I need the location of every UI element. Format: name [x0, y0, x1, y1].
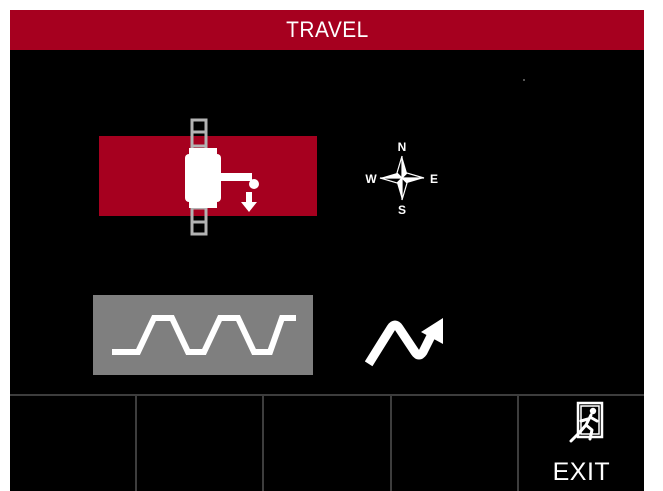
compass-south-label: S	[398, 203, 406, 216]
oscillation-button[interactable]	[364, 310, 455, 370]
compass-east-label: E	[430, 172, 438, 186]
exit-running-man-icon	[569, 401, 604, 443]
weave-pattern-icon	[112, 315, 296, 355]
exit-label: EXIT	[552, 458, 611, 486]
softkey-bar: EXIT	[10, 394, 644, 491]
exit-button[interactable]: EXIT	[518, 396, 644, 491]
compass-north-label: N	[398, 140, 407, 154]
travel-carriage-icon	[185, 118, 259, 236]
pixel-mark	[523, 79, 525, 81]
title-bar: TRAVEL	[10, 10, 644, 50]
softkey-1[interactable]	[10, 396, 138, 491]
softkey-2[interactable]	[137, 396, 265, 491]
screen: TRAVEL N S E W EXIT	[10, 10, 644, 491]
compass-west-label: W	[365, 172, 377, 186]
direction-compass[interactable]: N S E W	[362, 138, 442, 217]
compass-icon: N S E W	[365, 140, 438, 217]
softkey-3[interactable]	[264, 396, 392, 491]
page-title: TRAVEL	[285, 17, 369, 42]
wave-arrow-icon	[364, 318, 443, 367]
softkey-4[interactable]	[391, 396, 519, 491]
